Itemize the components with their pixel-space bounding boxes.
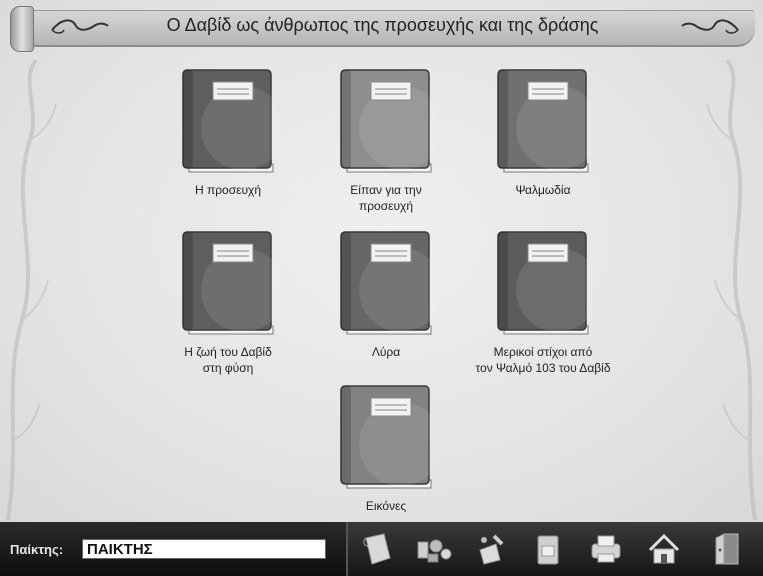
book-item[interactable]: Είπαν για την προσευχή [316,68,456,214]
book-item[interactable]: Η προσευχή [158,68,298,198]
home-icon [648,533,680,564]
book-item[interactable]: Λύρα [316,230,456,360]
book-item[interactable]: Εικόνες [316,384,456,514]
right-vine-decoration [706,60,757,520]
book-icon [497,69,592,173]
bottom-bar: Παίκτης: [0,522,763,576]
book-button[interactable] [528,530,568,568]
book-icon [537,535,559,565]
book-icon [182,69,277,173]
book-icon [340,231,435,335]
left-vine-decoration [6,60,57,520]
title-banner: Ο Δαβίδ ως άνθρωπος της προσευχής και τη… [10,6,755,52]
tools-button[interactable] [414,530,454,568]
main-area: Ο Δαβίδ ως άνθρωπος της προσευχής και τη… [0,0,763,522]
player-name-input[interactable] [82,539,326,559]
book-icon [497,231,592,335]
home-button[interactable] [644,530,684,568]
scroll-button[interactable] [358,530,398,568]
paint-icon [479,534,504,565]
book-item[interactable]: Η ζωή του Δαβίδ στη φύση [158,230,298,376]
book-item[interactable]: Μερικοί στίχοι από τον Ψαλμό 103 του Δαβ… [473,230,613,376]
book-label: Λύρα [371,345,401,359]
book-label: Είπαν για την προσευχή [350,183,422,213]
scroll-icon [363,533,391,565]
book-icon [182,231,277,335]
book-label: Η προσευχή [194,183,262,197]
paint-button[interactable] [472,530,512,568]
book-label: Η ζωή του Δαβίδ στη φύση [184,345,272,375]
printer-button[interactable] [586,530,626,568]
exit-door-button[interactable] [704,530,744,568]
player-label: Παίκτης: [10,542,64,557]
page-title: Ο Δαβίδ ως άνθρωπος της προσευχής και τη… [166,15,599,35]
exit-door-icon [715,533,739,565]
toolbar [346,522,763,576]
book-label: Εικόνες [365,499,407,513]
printer-icon [591,535,621,563]
book-item[interactable]: Ψαλμωδία [473,68,613,198]
book-icon [340,69,435,173]
book-label: Ψαλμωδία [515,183,571,197]
book-label: Μερικοί στίχοι από τον Ψαλμό 103 του Δαβ… [475,345,611,375]
tools-icon [417,539,452,563]
book-icon [340,385,435,489]
